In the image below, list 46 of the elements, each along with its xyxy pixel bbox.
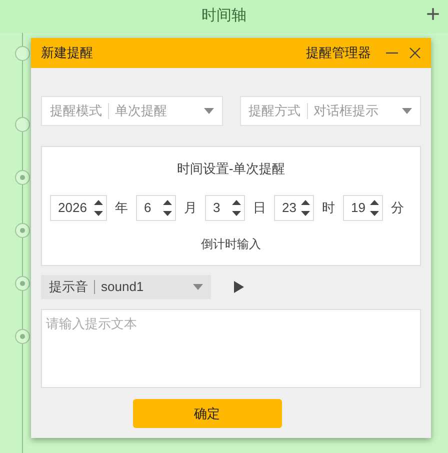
timeline-node[interactable] xyxy=(15,276,30,291)
timeline-node[interactable] xyxy=(15,329,30,344)
select-value: 单次提醒 xyxy=(115,102,168,120)
add-button[interactable]: + xyxy=(426,0,440,30)
timeline-node[interactable] xyxy=(15,117,30,132)
timeline-node[interactable] xyxy=(15,46,30,61)
caret-icon xyxy=(204,108,214,114)
spinner-arrows-icon[interactable] xyxy=(370,198,379,216)
number-spinner[interactable]: 23 xyxy=(274,194,314,220)
spinner-arrows-icon[interactable] xyxy=(163,198,172,216)
unit-label: 时 xyxy=(322,198,335,217)
number-spinner[interactable]: 6 xyxy=(136,194,176,220)
spinner-arrows-icon[interactable] xyxy=(301,198,310,216)
sound-value: sound1 xyxy=(101,278,145,296)
close-icon[interactable] xyxy=(409,47,421,59)
select-label: 提醒模式 xyxy=(50,102,102,120)
timeline-node[interactable] xyxy=(15,223,30,238)
number-spinner[interactable]: 19 xyxy=(343,194,383,220)
spinner-value: 23 xyxy=(282,198,298,217)
unit-label: 日 xyxy=(253,198,266,217)
select-label: 提醒方式 xyxy=(248,102,300,120)
spinner-value: 6 xyxy=(144,198,152,217)
timeline-node[interactable] xyxy=(15,170,30,185)
number-spinner[interactable]: 2026 xyxy=(50,194,107,220)
time-panel-title: 时间设置-单次提醒 xyxy=(176,160,286,178)
dialog-title: 新建提醒 xyxy=(41,44,93,62)
number-spinner[interactable]: 3 xyxy=(205,194,245,220)
header-title: 时间轴 xyxy=(202,6,246,26)
sound-dropdown[interactable]: 提示音 sound1 xyxy=(41,275,211,299)
manager-link[interactable]: 提醒管理器 xyxy=(306,43,371,63)
spinner-arrows-icon[interactable] xyxy=(94,198,103,216)
message-input[interactable]: 请输入提示文本 xyxy=(41,309,421,388)
spinner-value: 19 xyxy=(351,198,366,217)
play-icon[interactable] xyxy=(234,281,244,293)
confirm-button[interactable]: 确定 xyxy=(132,399,282,428)
caret-icon xyxy=(193,284,203,290)
sound-label: 提示音 xyxy=(49,278,88,296)
select-value: 对话框提示 xyxy=(314,102,380,120)
spinner-value: 2026 xyxy=(58,198,88,217)
unit-label: 月 xyxy=(184,198,197,217)
unit-label: 分 xyxy=(391,198,404,217)
unit-label: 年 xyxy=(115,198,128,217)
caret-icon xyxy=(402,108,412,114)
spinner-arrows-icon[interactable] xyxy=(232,198,241,216)
countdown-link[interactable]: 倒计时输入 xyxy=(201,234,261,252)
spinner-value: 3 xyxy=(213,198,222,217)
